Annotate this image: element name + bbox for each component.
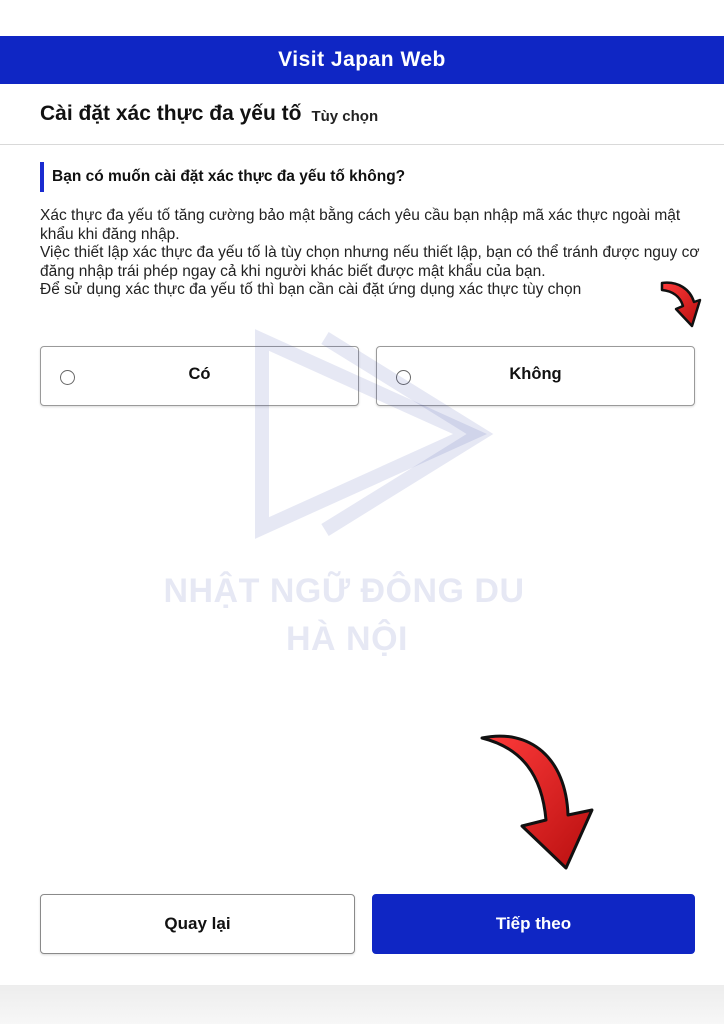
radio-option-yes[interactable]: Có xyxy=(40,346,359,406)
question-text: Bạn có muốn cài đặt xác thực đa yếu tố k… xyxy=(52,168,406,185)
play-logo-icon xyxy=(255,329,494,539)
app-title: Visit Japan Web xyxy=(278,48,446,71)
description-line: Việc thiết lập xác thực đa yếu tố là tùy… xyxy=(40,244,700,280)
radio-option-no[interactable]: Không xyxy=(376,346,695,406)
back-button[interactable]: Quay lại xyxy=(40,894,355,954)
description-line: Để sử dụng xác thực đa yếu tố thì bạn cầ… xyxy=(40,281,582,298)
radio-label-no: Không xyxy=(509,365,562,383)
footer-bar xyxy=(0,985,724,1024)
watermark-line1: NHẬT NGỮ ĐÔNG DU xyxy=(163,572,525,610)
watermark: NHẬT NGỮ ĐÔNG DU HÀ NỘI xyxy=(0,0,724,1024)
page-heading: Cài đặt xác thực đa yếu tố Tùy chọn xyxy=(0,84,724,145)
next-button[interactable]: Tiếp theo xyxy=(372,894,695,954)
description-line: Xác thực đa yếu tố tăng cường bảo mật bằ… xyxy=(40,207,681,243)
page-title: Cài đặt xác thực đa yếu tố xyxy=(40,102,302,125)
red-arrow-icon xyxy=(480,281,702,870)
radio-label-yes: Có xyxy=(188,365,211,383)
question-heading: Bạn có muốn cài đặt xác thực đa yếu tố k… xyxy=(40,162,405,192)
watermark-line2: HÀ NỘI xyxy=(286,620,408,658)
app-header: Visit Japan Web xyxy=(0,36,724,84)
optional-label: Tùy chọn xyxy=(311,107,379,125)
description: Xác thực đa yếu tố tăng cường bảo mật bằ… xyxy=(40,207,700,300)
top-margin xyxy=(0,0,724,36)
